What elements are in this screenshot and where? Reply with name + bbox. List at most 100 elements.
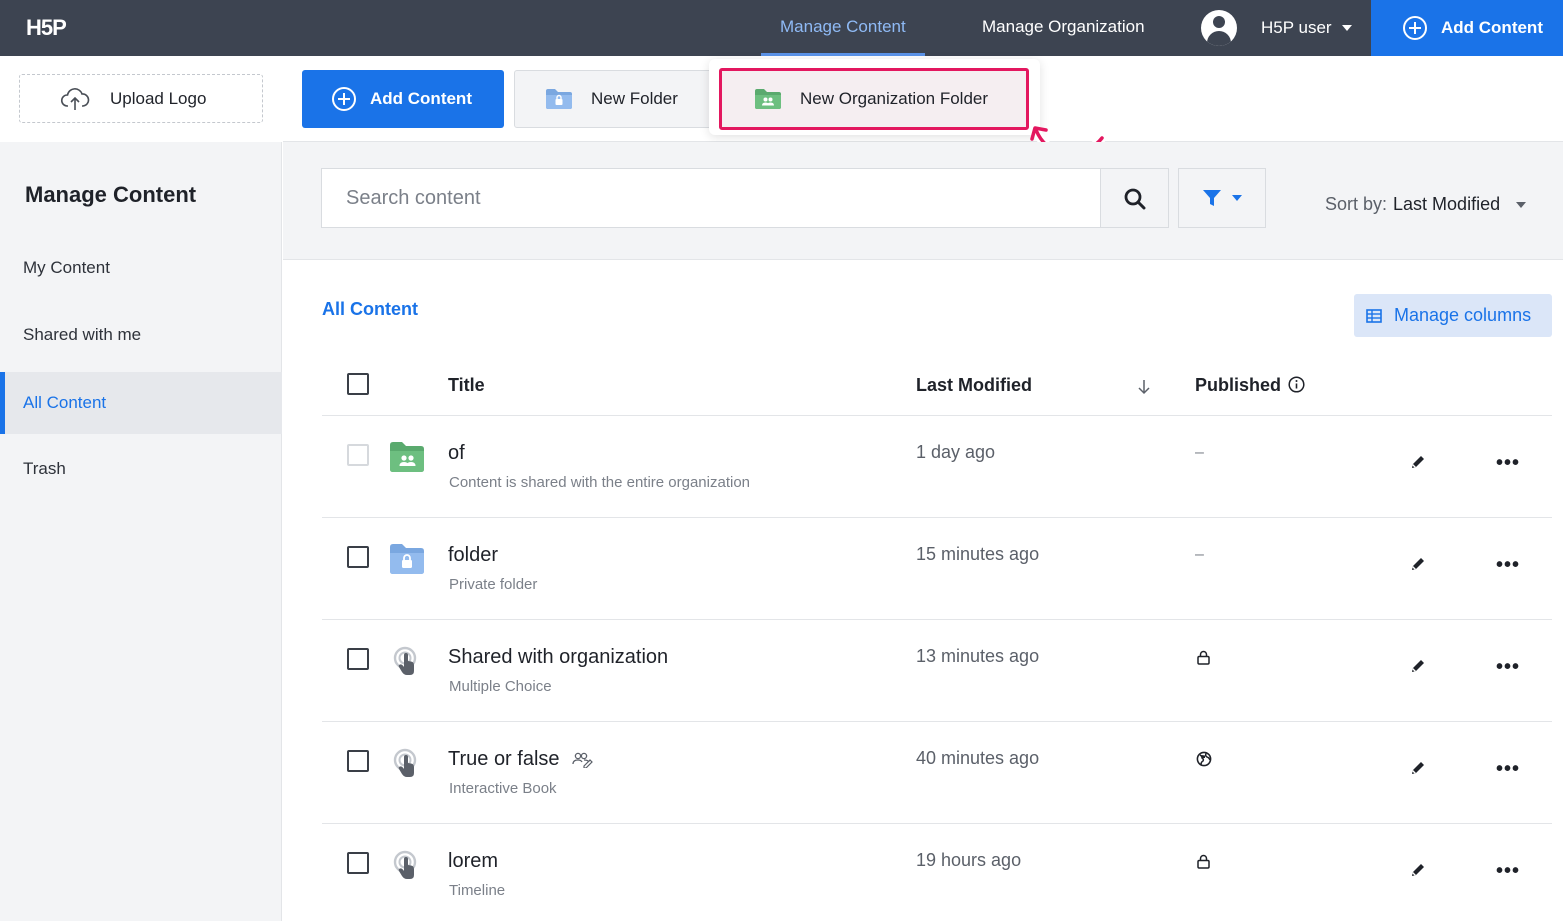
pencil-icon[interactable] bbox=[1410, 454, 1426, 470]
row-last-modified: 40 minutes ago bbox=[916, 748, 1040, 768]
topbar-add-content-button[interactable]: Add Content bbox=[1371, 0, 1563, 56]
upload-logo-label: Upload Logo bbox=[110, 88, 207, 108]
table-row[interactable]: of Content is shared with the entire org… bbox=[322, 416, 1552, 518]
lock-icon bbox=[1197, 650, 1210, 665]
sort-value: Last Modified bbox=[1393, 194, 1501, 214]
pencil-icon[interactable] bbox=[1410, 556, 1426, 572]
chevron-down-icon bbox=[1341, 25, 1352, 31]
more-options-icon[interactable]: ••• bbox=[1496, 453, 1520, 473]
sidebar-item-shared-with-me[interactable]: Shared with me bbox=[0, 304, 282, 366]
new-org-folder-highlight: New Organization Folder bbox=[709, 59, 1040, 135]
h5p-content-icon bbox=[393, 748, 417, 777]
upload-logo-button[interactable]: Upload Logo bbox=[19, 74, 263, 123]
search-button[interactable] bbox=[1100, 168, 1169, 228]
h5p-logo[interactable]: H5P bbox=[26, 15, 67, 41]
sidebar: Manage Content My Content Shared with me… bbox=[0, 142, 282, 921]
globe-icon bbox=[1196, 751, 1212, 767]
add-content-button[interactable]: Add Content bbox=[302, 70, 504, 128]
chevron-down-icon bbox=[1232, 195, 1242, 201]
plus-circle-icon bbox=[332, 87, 356, 111]
pencil-icon[interactable] bbox=[1410, 760, 1426, 776]
toolbar: Add Content New Folder New Organization … bbox=[283, 56, 1563, 158]
plus-circle-icon bbox=[1403, 16, 1427, 40]
sidebar-item-all-content[interactable]: All Content bbox=[0, 372, 282, 434]
sort-down-arrow-icon[interactable] bbox=[1137, 379, 1151, 395]
table-row[interactable]: lorem Timeline 19 hours ago ••• bbox=[322, 824, 1552, 921]
pencil-icon[interactable] bbox=[1410, 658, 1426, 674]
row-subtitle: Private folder bbox=[449, 576, 538, 593]
row-title[interactable]: True or false bbox=[448, 748, 594, 771]
info-icon[interactable] bbox=[1288, 376, 1305, 393]
user-menu[interactable]: H5P user bbox=[1201, 10, 1352, 46]
row-subtitle: Timeline bbox=[449, 882, 506, 899]
chevron-down-icon bbox=[1516, 201, 1527, 208]
nav-manage-organization[interactable]: Manage Organization bbox=[982, 0, 1145, 56]
new-folder-label: New Folder bbox=[591, 89, 678, 108]
row-last-modified: 13 minutes ago bbox=[916, 646, 1040, 666]
manage-columns-label: Manage columns bbox=[1394, 305, 1532, 325]
row-published: – bbox=[1195, 546, 1204, 563]
sidebar-item-my-content[interactable]: My Content bbox=[0, 237, 282, 299]
pencil-icon[interactable] bbox=[1410, 862, 1426, 878]
organization-folder-icon bbox=[755, 89, 781, 109]
row-checkbox[interactable] bbox=[347, 546, 369, 568]
h5p-content-icon bbox=[393, 850, 417, 879]
row-published: – bbox=[1195, 444, 1204, 461]
new-org-folder-label: New Organization Folder bbox=[800, 89, 989, 108]
search-icon bbox=[1124, 188, 1146, 210]
table-row[interactable]: True or false Interactive Book 40 minute… bbox=[322, 722, 1552, 824]
topbar-add-content-label: Add Content bbox=[1441, 18, 1543, 37]
row-title-text: True or false bbox=[448, 748, 560, 770]
search-input[interactable] bbox=[321, 168, 1101, 228]
row-checkbox[interactable] bbox=[347, 444, 369, 466]
sidebar-title: Manage Content bbox=[25, 182, 197, 207]
more-options-icon[interactable]: ••• bbox=[1496, 555, 1520, 575]
sort-label: Sort by: bbox=[1325, 194, 1388, 214]
row-title[interactable]: lorem bbox=[448, 850, 498, 873]
table-row[interactable]: folder Private folder 15 minutes ago – •… bbox=[322, 518, 1552, 620]
table-row[interactable]: Shared with organization Multiple Choice… bbox=[322, 620, 1552, 722]
row-subtitle: Multiple Choice bbox=[449, 678, 552, 695]
private-folder-icon bbox=[390, 544, 424, 574]
column-published[interactable]: Published bbox=[1195, 375, 1281, 396]
row-last-modified: 19 hours ago bbox=[916, 850, 1022, 870]
nav-manage-content[interactable]: Manage Content bbox=[761, 0, 925, 56]
table-header: Title Last Modified Published bbox=[322, 354, 1552, 416]
private-folder-icon bbox=[546, 89, 572, 109]
row-last-modified: 15 minutes ago bbox=[916, 544, 1040, 564]
row-title[interactable]: folder bbox=[448, 544, 498, 567]
row-subtitle: Interactive Book bbox=[449, 780, 557, 797]
row-title[interactable]: Shared with organization bbox=[448, 646, 668, 669]
new-organization-folder-button[interactable]: New Organization Folder bbox=[719, 68, 1029, 130]
sidebar-header: Upload Logo bbox=[0, 56, 282, 142]
manage-columns-button[interactable]: Manage columns bbox=[1354, 294, 1552, 337]
new-folder-button[interactable]: New Folder bbox=[514, 70, 714, 128]
row-checkbox[interactable] bbox=[347, 648, 369, 670]
shared-users-icon bbox=[571, 752, 593, 768]
add-content-label: Add Content bbox=[370, 89, 472, 108]
column-title[interactable]: Title bbox=[448, 375, 485, 396]
sidebar-item-trash[interactable]: Trash bbox=[0, 438, 282, 500]
sort-dropdown[interactable]: Sort by: Last Modified bbox=[1325, 194, 1527, 215]
table-icon bbox=[1366, 308, 1382, 323]
user-name: H5P user bbox=[1261, 18, 1332, 37]
content-heading: All Content bbox=[322, 299, 418, 319]
column-last-modified[interactable]: Last Modified bbox=[916, 375, 1032, 396]
cloud-upload-icon bbox=[60, 87, 90, 110]
more-options-icon[interactable]: ••• bbox=[1496, 861, 1520, 881]
select-all-checkbox[interactable] bbox=[347, 373, 369, 395]
avatar-icon bbox=[1201, 10, 1237, 46]
row-checkbox[interactable] bbox=[347, 750, 369, 772]
row-subtitle: Content is shared with the entire organi… bbox=[449, 474, 751, 491]
search-bar-area: Sort by: Last Modified bbox=[283, 142, 1563, 260]
more-options-icon[interactable]: ••• bbox=[1496, 657, 1520, 677]
filter-button[interactable] bbox=[1178, 168, 1266, 228]
filter-icon bbox=[1203, 190, 1221, 206]
more-options-icon[interactable]: ••• bbox=[1496, 759, 1520, 779]
row-title[interactable]: of bbox=[448, 442, 465, 465]
h5p-content-icon bbox=[393, 646, 417, 675]
lock-icon bbox=[1197, 854, 1210, 869]
row-last-modified: 1 day ago bbox=[916, 442, 996, 462]
row-checkbox[interactable] bbox=[347, 852, 369, 874]
organization-folder-icon bbox=[390, 442, 424, 472]
